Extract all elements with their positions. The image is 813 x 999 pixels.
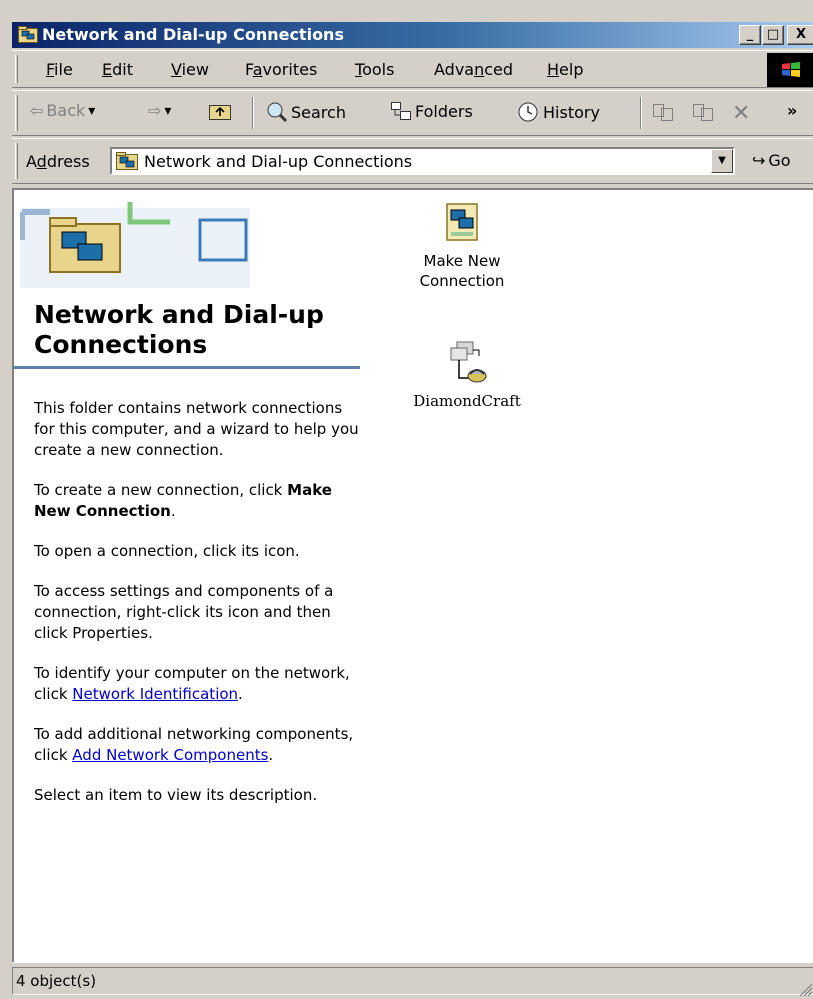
- panel-description: This folder contains network connections…: [34, 398, 364, 825]
- dialup-connection-icon: [450, 341, 487, 383]
- panel-title-rule: [14, 366, 360, 369]
- panel-paragraph: Select an item to view its description.: [34, 786, 318, 804]
- toolbar-separator: [252, 97, 254, 129]
- menu-bar: File Edit View Favorites Tools Advanced …: [12, 50, 813, 88]
- move-to-icon: [653, 104, 673, 121]
- folders-button[interactable]: Folders: [390, 101, 473, 121]
- search-globe-icon: [267, 102, 288, 123]
- panel-title: Network and Dial-up Connections: [34, 300, 324, 359]
- panel-paragraph: This folder contains network connections…: [34, 399, 359, 459]
- make-new-connection-item[interactable]: Make New Connection: [402, 202, 522, 291]
- address-grip[interactable]: [15, 143, 18, 179]
- windows-logo: [767, 53, 813, 87]
- menu-grip[interactable]: [15, 55, 18, 83]
- history-button[interactable]: History: [516, 101, 600, 123]
- diamondcraft-label: DiamondCraft: [413, 392, 521, 410]
- make-new-connection-icon: [446, 203, 478, 241]
- go-arrow-icon: ↪: [752, 151, 766, 170]
- menu-view[interactable]: View: [171, 60, 209, 79]
- back-button[interactable]: ⇦ Back ▾: [30, 101, 95, 120]
- status-bar: 4 object(s): [12, 962, 813, 999]
- window-title: Network and Dial-up Connections: [42, 25, 344, 44]
- up-folder-button[interactable]: [208, 101, 232, 121]
- address-label: Address: [26, 152, 90, 171]
- back-dropdown-icon[interactable]: ▾: [88, 103, 95, 119]
- forward-dropdown-icon[interactable]: ▾: [164, 103, 171, 119]
- menu-tools[interactable]: Tools: [355, 60, 394, 79]
- forward-arrow-icon: ⇨: [148, 101, 162, 120]
- menu-favorites[interactable]: Favorites: [245, 60, 317, 79]
- delete-button[interactable]: ✕: [732, 101, 750, 126]
- folders-tree-icon: [391, 102, 411, 120]
- address-dropdown-button[interactable]: ▼: [711, 149, 733, 173]
- forward-button[interactable]: ⇨ ▾: [148, 101, 171, 120]
- panel-paragraph: To open a connection, click its icon.: [34, 542, 300, 560]
- windows-flag-icon: [782, 62, 800, 77]
- web-view-banner-icon: [20, 202, 250, 288]
- toolbar-separator: [640, 97, 642, 129]
- minimize-button[interactable]: _: [739, 25, 761, 45]
- diamondcraft-connection-item[interactable]: DiamondCraft: [402, 340, 532, 411]
- search-button[interactable]: Search: [266, 101, 346, 123]
- menu-help[interactable]: Help: [547, 60, 583, 79]
- panel-paragraph: To identify your computer on the network…: [34, 664, 350, 703]
- standard-toolbar: ⇦ Back ▾ ⇨ ▾ Search Folders History ✕ »: [12, 90, 813, 136]
- up-folder-icon: [209, 105, 231, 120]
- add-network-components-link[interactable]: Add Network Components: [72, 746, 268, 764]
- copy-to-button[interactable]: [692, 101, 714, 123]
- folder-view: Network and Dial-up Connections This fol…: [12, 188, 813, 962]
- resize-grip-icon[interactable]: [797, 981, 813, 997]
- menu-edit[interactable]: Edit: [102, 60, 133, 79]
- history-clock-icon: [518, 102, 538, 122]
- address-value: Network and Dial-up Connections: [144, 152, 413, 171]
- network-identification-link[interactable]: Network Identification: [72, 685, 238, 703]
- close-button[interactable]: X: [787, 25, 813, 45]
- copy-to-icon: [693, 104, 713, 121]
- status-object-count: 4 object(s): [12, 967, 813, 995]
- title-bar[interactable]: Network and Dial-up Connections _ □ X: [12, 22, 813, 48]
- address-input[interactable]: Network and Dial-up Connections ▼: [110, 147, 735, 175]
- network-folder-icon: [116, 152, 138, 170]
- move-to-button[interactable]: [652, 101, 674, 123]
- toolbar-grip[interactable]: [15, 95, 18, 131]
- panel-paragraph: To access settings and components of a c…: [34, 582, 334, 642]
- delete-x-icon: ✕: [732, 101, 751, 126]
- network-folder-icon: [18, 26, 38, 43]
- go-button[interactable]: ↪ Go: [752, 151, 791, 170]
- back-arrow-icon: ⇦: [30, 101, 44, 120]
- menu-file[interactable]: File: [46, 60, 73, 79]
- toolbar-more-button[interactable]: »: [787, 101, 797, 120]
- panel-paragraph: To add additional networking components,…: [34, 725, 354, 764]
- maximize-button[interactable]: □: [762, 25, 784, 45]
- explorer-window: Network and Dial-up Connections _ □ X Fi…: [0, 0, 813, 999]
- address-bar: Address Network and Dial-up Connections …: [12, 138, 813, 184]
- menu-advanced[interactable]: Advanced: [434, 60, 513, 79]
- panel-paragraph: To create a new connection, click Make N…: [34, 481, 332, 520]
- make-new-connection-label: Make New Connection: [419, 252, 505, 290]
